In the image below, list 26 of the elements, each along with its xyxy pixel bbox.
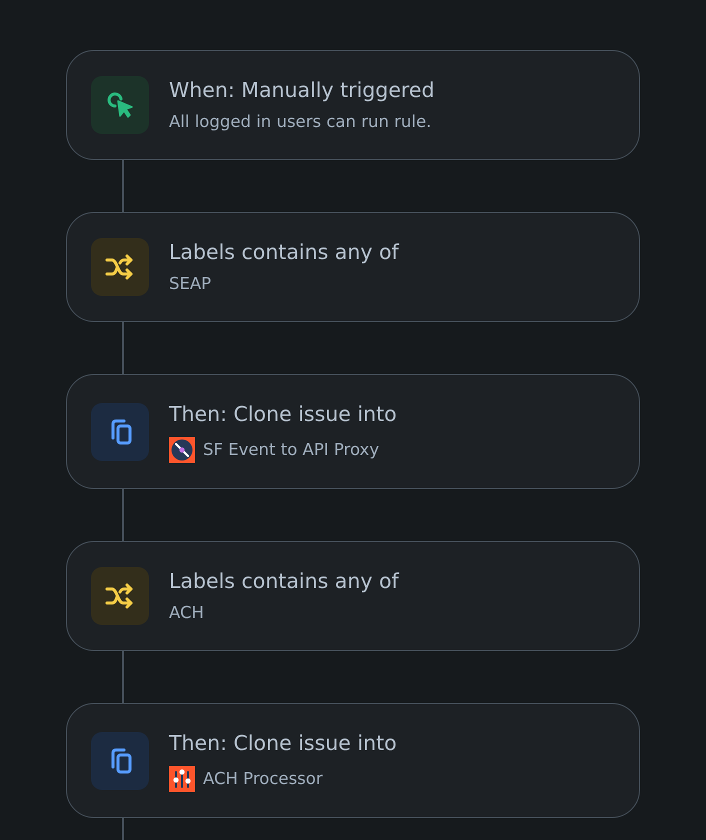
connector-line bbox=[122, 489, 124, 541]
disc-avatar-icon bbox=[169, 437, 195, 463]
shuffle-icon bbox=[91, 238, 149, 296]
rule-step-card[interactable]: When: Manually triggered All logged in users can run rule. bbox=[66, 50, 640, 160]
step-title: When: Manually triggered bbox=[169, 77, 435, 104]
project-name: SF Event to API Proxy bbox=[203, 439, 380, 461]
connector-line bbox=[122, 160, 124, 212]
rule-step-card[interactable]: Labels contains any of SEAP bbox=[66, 212, 640, 322]
step-title: Labels contains any of bbox=[169, 568, 399, 595]
step-subtitle: SEAP bbox=[169, 273, 212, 295]
rule-step-card[interactable]: Labels contains any of ACH bbox=[66, 541, 640, 651]
rule-step-card[interactable]: Then: Clone issue into SF Event to API Proxy bbox=[66, 374, 640, 489]
copy-icon bbox=[91, 402, 149, 460]
connector-line bbox=[122, 651, 124, 703]
step-subtitle: All logged in users can run rule. bbox=[169, 111, 432, 133]
sliders-avatar-icon bbox=[169, 766, 195, 792]
shuffle-icon bbox=[91, 567, 149, 625]
cursor-click-icon bbox=[91, 76, 149, 134]
step-title: Then: Clone issue into bbox=[169, 730, 397, 757]
rule-step-card[interactable]: Then: Clone issue into ACH Processor bbox=[66, 703, 640, 818]
step-title: Labels contains any of bbox=[169, 239, 399, 266]
step-subtitle: ACH bbox=[169, 602, 205, 624]
step-title: Then: Clone issue into bbox=[169, 401, 397, 428]
copy-icon bbox=[91, 732, 149, 790]
project-name: ACH Processor bbox=[203, 768, 323, 790]
connector-line bbox=[122, 322, 124, 374]
